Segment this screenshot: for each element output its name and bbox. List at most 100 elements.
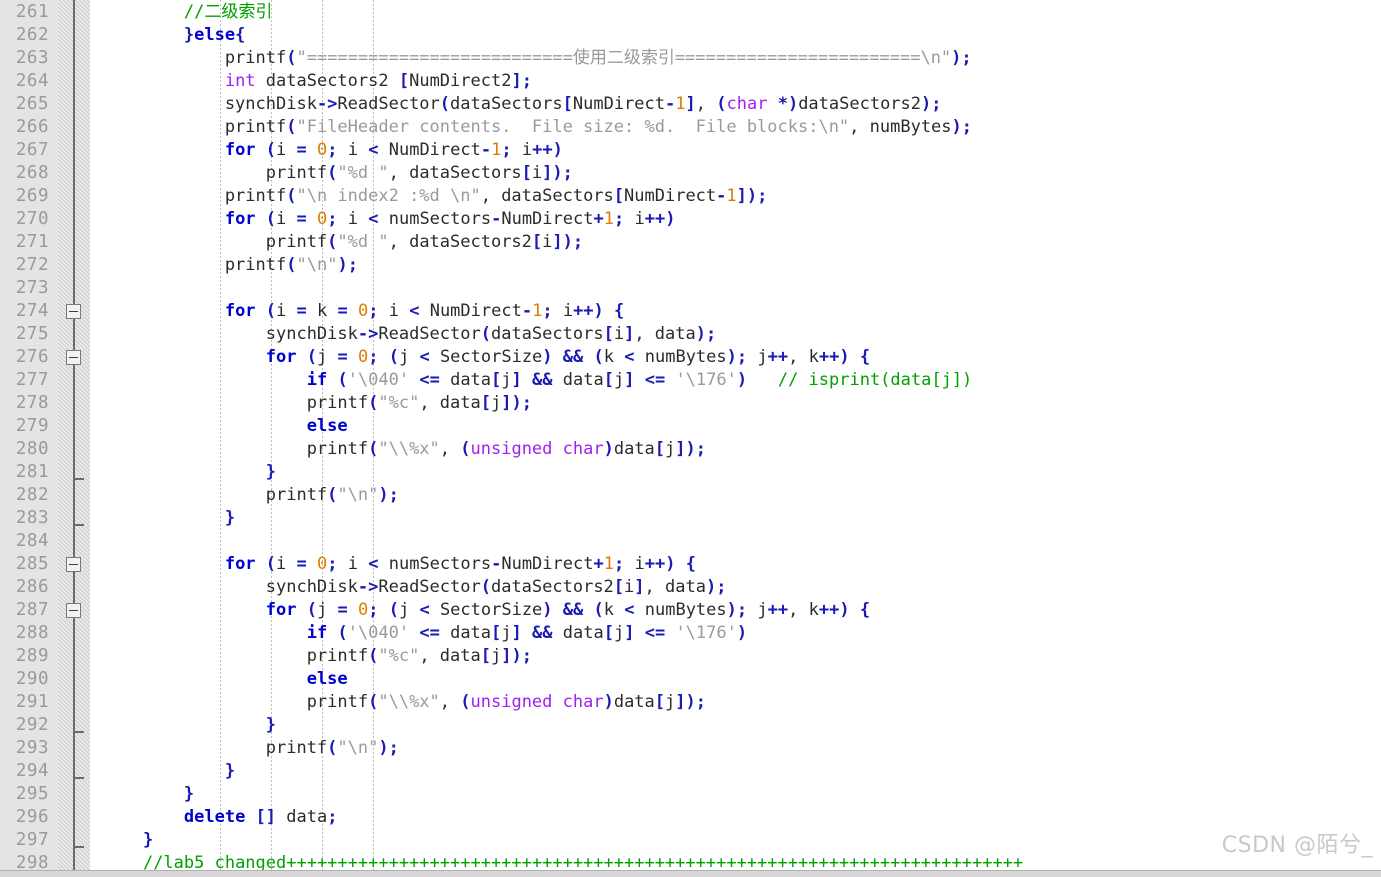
line-number: 261 xyxy=(15,2,49,22)
line-number: 270 xyxy=(15,209,49,229)
code-token: ( xyxy=(337,623,348,643)
code-folding-column[interactable] xyxy=(58,0,90,877)
code-token: 0 xyxy=(317,140,328,160)
code-line[interactable]: } xyxy=(90,714,1381,737)
code-line[interactable]: } xyxy=(90,760,1381,783)
code-line[interactable]: //二级索引 xyxy=(90,1,1381,24)
code-line[interactable]: else xyxy=(90,415,1381,438)
code-line[interactable]: for (i = 0; i < numSectors-NumDirect+1; … xyxy=(90,208,1381,231)
fold-collapse-icon[interactable] xyxy=(66,350,81,365)
line-number: 268 xyxy=(15,163,49,183)
code-line[interactable] xyxy=(90,530,1381,553)
code-line[interactable]: printf("%c", data[j]); xyxy=(90,392,1381,415)
code-token: ; xyxy=(705,324,717,344)
code-line[interactable]: synchDisk->ReadSector(dataSectors[NumDir… xyxy=(90,93,1381,116)
code-token: { xyxy=(859,347,871,367)
code-line[interactable]: int dataSectors2 [NumDirect2]; xyxy=(90,70,1381,93)
code-line[interactable]: printf("\n index2 :%d \n", dataSectors[N… xyxy=(90,185,1381,208)
fold-end-marker[interactable] xyxy=(73,777,84,779)
code-line[interactable]: printf("\n"); xyxy=(90,254,1381,277)
code-token: unsigned char xyxy=(470,439,604,459)
code-line[interactable]: for (i = 0; i < NumDirect-1; i++) xyxy=(90,139,1381,162)
code-token: numSectors xyxy=(378,209,492,229)
code-token: ( xyxy=(593,600,604,620)
code-line[interactable]: printf("\n"); xyxy=(90,484,1381,507)
code-line[interactable]: if ('\040' <= data[j] && data[j] <= '\17… xyxy=(90,369,1381,392)
code-line[interactable]: printf("%d ", dataSectors[i]); xyxy=(90,162,1381,185)
fold-collapse-icon[interactable] xyxy=(66,557,81,572)
code-token: && xyxy=(532,623,553,643)
code-line[interactable]: } xyxy=(90,461,1381,484)
code-line[interactable]: for (j = 0; (j < SectorSize) && (k < num… xyxy=(90,346,1381,369)
code-line[interactable]: } xyxy=(90,783,1381,806)
code-viewport[interactable]: //二级索引 }else{ printf("==================… xyxy=(90,0,1381,877)
code-token: ) xyxy=(665,209,676,229)
code-line[interactable]: synchDisk->ReadSector(dataSectors2[i], d… xyxy=(90,576,1381,599)
code-token: ] xyxy=(736,186,747,206)
fold-collapse-icon[interactable] xyxy=(66,304,81,319)
line-number: 273 xyxy=(15,278,49,298)
code-token: '\176' xyxy=(675,623,737,643)
code-line[interactable]: synchDisk->ReadSector(dataSectors[i], da… xyxy=(90,323,1381,346)
code-editor[interactable]: 261 262 263 264 265 266 267 268 269 270 271 272 273 2… xyxy=(0,0,1381,877)
code-token: ) xyxy=(736,370,748,390)
code-token: i xyxy=(624,554,645,574)
code-content[interactable]: //二级索引 }else{ printf("==================… xyxy=(90,0,1381,875)
line-number: 276 xyxy=(15,347,49,367)
code-token: ( xyxy=(388,600,399,620)
code-token: 1 xyxy=(726,186,737,206)
code-line[interactable]: delete [] data; xyxy=(90,806,1381,829)
code-token: < xyxy=(419,347,430,367)
fold-end-marker[interactable] xyxy=(73,731,84,733)
code-line[interactable]: else xyxy=(90,668,1381,691)
code-line[interactable]: printf("%c", data[j]); xyxy=(90,645,1381,668)
code-token: ( xyxy=(337,370,348,390)
code-line[interactable]: printf("\\%x", (unsigned char)data[j]); xyxy=(90,691,1381,714)
code-line[interactable]: } xyxy=(90,829,1381,852)
code-token: ( xyxy=(327,738,338,758)
code-token: ( xyxy=(286,255,297,275)
code-line[interactable]: printf("\n"); xyxy=(90,737,1381,760)
code-line[interactable] xyxy=(90,277,1381,300)
fold-end-marker[interactable] xyxy=(73,846,84,848)
fold-collapse-icon[interactable] xyxy=(66,603,81,618)
code-token: k xyxy=(603,600,625,620)
code-token: ) xyxy=(603,439,614,459)
code-token: 1 xyxy=(491,140,502,160)
fold-end-marker[interactable] xyxy=(73,524,84,526)
code-token: NumDirect xyxy=(419,301,522,321)
code-token: NumDirect xyxy=(624,186,717,206)
code-token: 1 xyxy=(603,554,614,574)
code-token: ; xyxy=(327,140,338,160)
code-line[interactable]: }else{ xyxy=(90,24,1381,47)
code-token: i xyxy=(337,140,369,160)
code-line[interactable]: printf("FileHeader contents. File size: … xyxy=(90,116,1381,139)
code-line[interactable]: } xyxy=(90,507,1381,530)
code-line[interactable]: printf("\\%x", (unsigned char)data[j]); xyxy=(90,438,1381,461)
code-line[interactable]: for (i = k = 0; i < NumDirect-1; i++) { xyxy=(90,300,1381,323)
code-token: 0 xyxy=(357,347,369,367)
code-token: , xyxy=(439,692,461,712)
code-token: for xyxy=(224,554,256,574)
line-number: 269 xyxy=(15,186,49,206)
fold-end-marker[interactable] xyxy=(73,478,84,480)
code-token: ; xyxy=(736,600,748,620)
code-line[interactable]: for (i = 0; i < numSectors-NumDirect+1; … xyxy=(90,553,1381,576)
code-line[interactable]: if ('\040' <= data[j] && data[j] <= '\17… xyxy=(90,622,1381,645)
code-token: { xyxy=(235,25,246,45)
code-line[interactable]: for (j = 0; (j < SectorSize) && (k < num… xyxy=(90,599,1381,622)
code-token: ( xyxy=(265,140,277,160)
code-line[interactable]: printf("==========================使用二级索引… xyxy=(90,47,1381,70)
code-token: ) xyxy=(552,140,563,160)
fold-guide-line xyxy=(73,0,75,877)
code-token: } xyxy=(224,508,236,528)
code-token: ; xyxy=(736,347,748,367)
code-line[interactable]: printf("%d ", dataSectors2[i]); xyxy=(90,231,1381,254)
